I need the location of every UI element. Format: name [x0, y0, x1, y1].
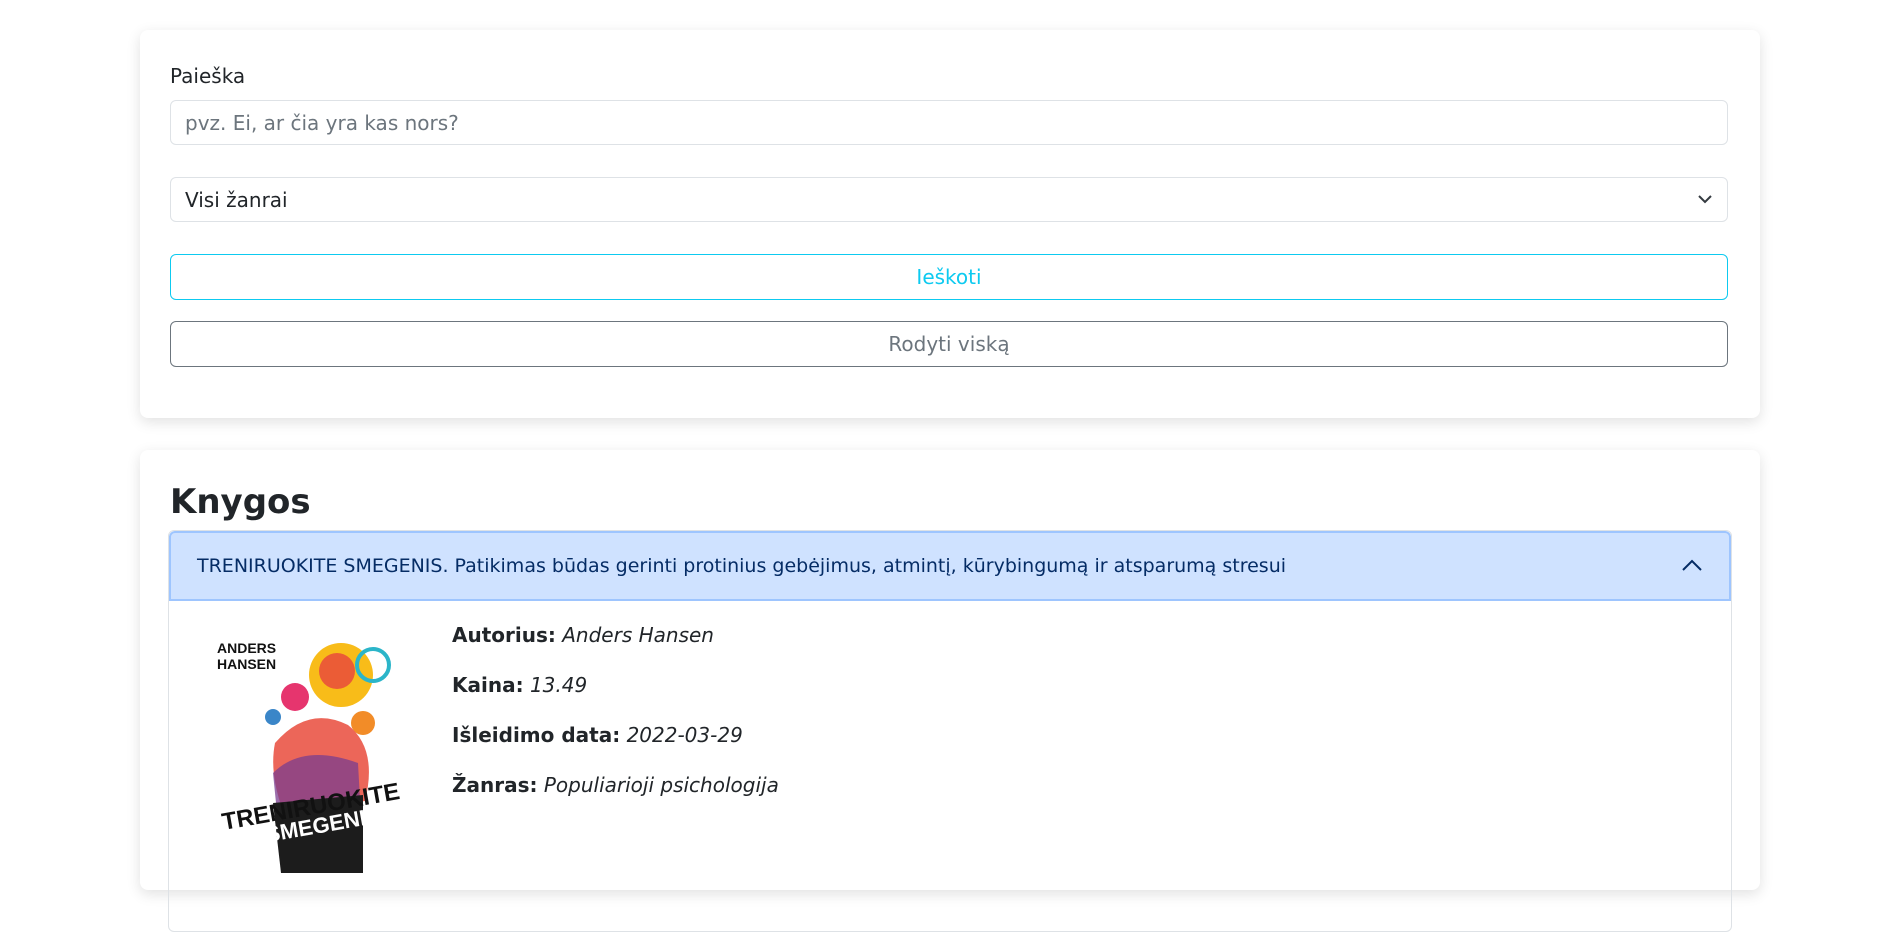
genre-label: Žanras: — [452, 773, 538, 797]
author-label: Autorius: — [452, 623, 556, 647]
release-date-row: Išleidimo data: 2022-03-29 — [452, 721, 779, 771]
release-date-value: 2022-03-29 — [626, 723, 743, 747]
chevron-down-icon — [1697, 188, 1713, 212]
author-row: Autorius: Anders Hansen — [452, 621, 779, 671]
price-row: Kaina: 13.49 — [452, 671, 779, 721]
book-details: Autorius: Anders Hansen Kaina: 13.49 Išl… — [452, 621, 779, 821]
price-label: Kaina: — [452, 673, 524, 697]
chevron-up-icon — [1681, 557, 1703, 576]
author-value: Anders Hansen — [562, 623, 714, 647]
search-button[interactable]: Ieškoti — [170, 254, 1728, 300]
cover-author-line2: HANSEN — [217, 656, 276, 672]
search-label: Paieška — [170, 64, 246, 88]
cover-author-line1: ANDERS — [217, 640, 276, 656]
genre-select-value: Visi žanrai — [185, 187, 288, 212]
book-cover-image: ANDERS HANSEN TRENIRUOKITE SMEGENIS — [213, 623, 407, 873]
accordion-body: ANDERS HANSEN TRENIRUOKITE SMEGENIS Auto… — [169, 601, 1731, 931]
genre-row: Žanras: Populiarioji psichologija — [452, 771, 779, 821]
search-card: Paieška Visi žanrai Ieškoti Rodyti viską — [140, 30, 1760, 418]
accordion-header[interactable]: TRENIRUOKITE SMEGENIS. Patikimas būdas g… — [169, 531, 1731, 601]
books-heading: Knygos — [170, 482, 311, 522]
book-accordion: TRENIRUOKITE SMEGENIS. Patikimas būdas g… — [168, 530, 1732, 932]
books-card: Knygos TRENIRUOKITE SMEGENIS. Patikimas … — [140, 450, 1760, 932]
price-value: 13.49 — [529, 673, 588, 697]
book-title: TRENIRUOKITE SMEGENIS. Patikimas būdas g… — [197, 555, 1287, 577]
release-date-label: Išleidimo data: — [452, 723, 621, 747]
genre-value: Populiarioji psichologija — [543, 773, 779, 797]
genre-select[interactable]: Visi žanrai — [170, 177, 1728, 222]
show-all-button[interactable]: Rodyti viską — [170, 321, 1728, 367]
search-input[interactable] — [170, 100, 1728, 145]
